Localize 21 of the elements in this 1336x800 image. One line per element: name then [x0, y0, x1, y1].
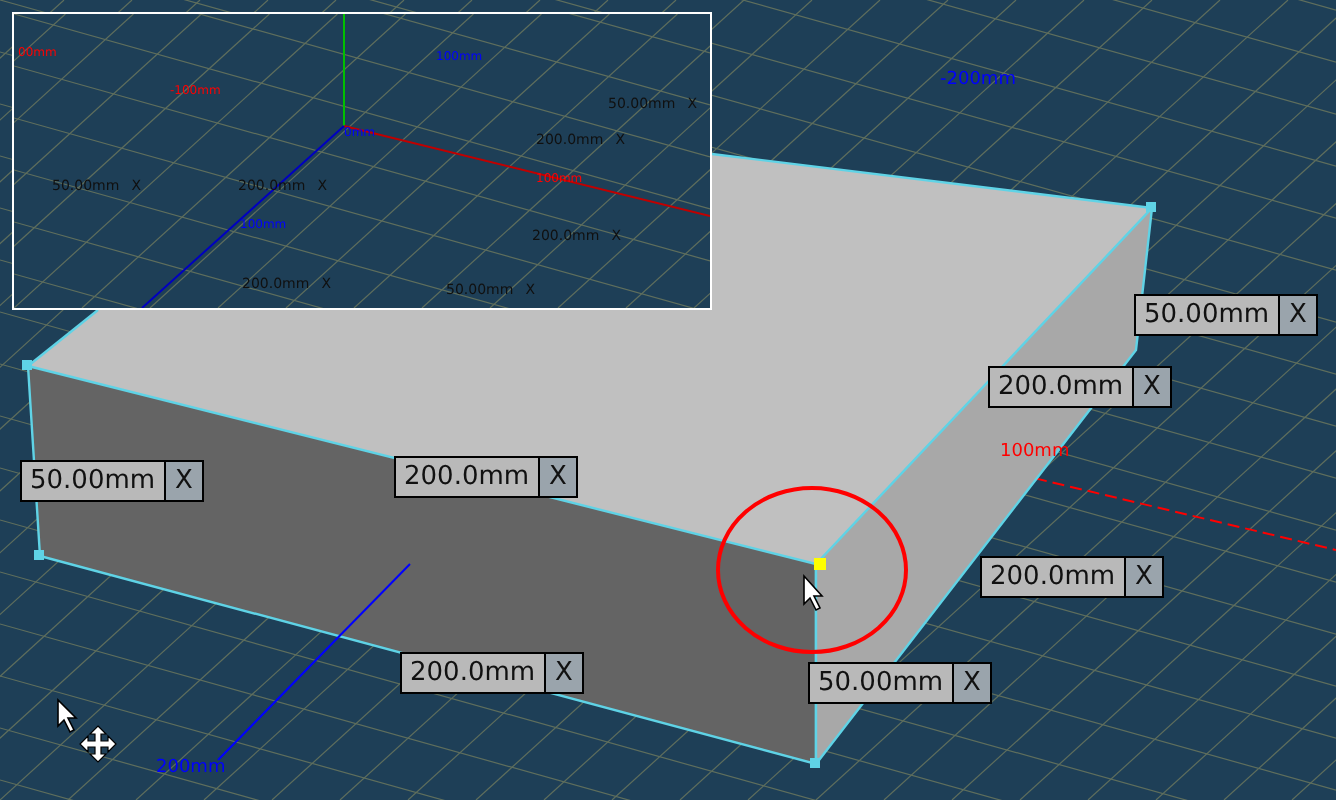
close-button[interactable]: X — [165, 460, 205, 502]
dimension-field[interactable]: 200.0mm — [400, 652, 546, 694]
axis-label: 200mm — [156, 760, 226, 778]
close-button[interactable]: X — [545, 652, 585, 694]
cursor-icon — [803, 573, 824, 612]
close-button[interactable]: X — [953, 662, 993, 704]
dimension-field[interactable]: 200.0mm — [980, 556, 1126, 598]
dimension-field[interactable]: 200.0mm — [988, 366, 1134, 408]
vertex-marker — [814, 558, 826, 570]
dimension-field[interactable]: 50.00mm — [1134, 294, 1280, 336]
box-edge-line — [27, 309, 99, 367]
close-button[interactable]: X — [1133, 366, 1173, 408]
close-button[interactable]: X — [1279, 294, 1319, 336]
dimension-field[interactable]: 50.00mm — [808, 662, 954, 704]
close-button[interactable]: X — [539, 456, 579, 498]
axis-label: -200mm — [940, 72, 1016, 90]
dimension-field[interactable]: 200.0mm — [394, 456, 540, 498]
close-button[interactable]: X — [1125, 556, 1165, 598]
dimension-field[interactable]: 50.00mm — [20, 460, 166, 502]
move-icon — [79, 725, 117, 763]
cursor-icon — [57, 698, 78, 734]
